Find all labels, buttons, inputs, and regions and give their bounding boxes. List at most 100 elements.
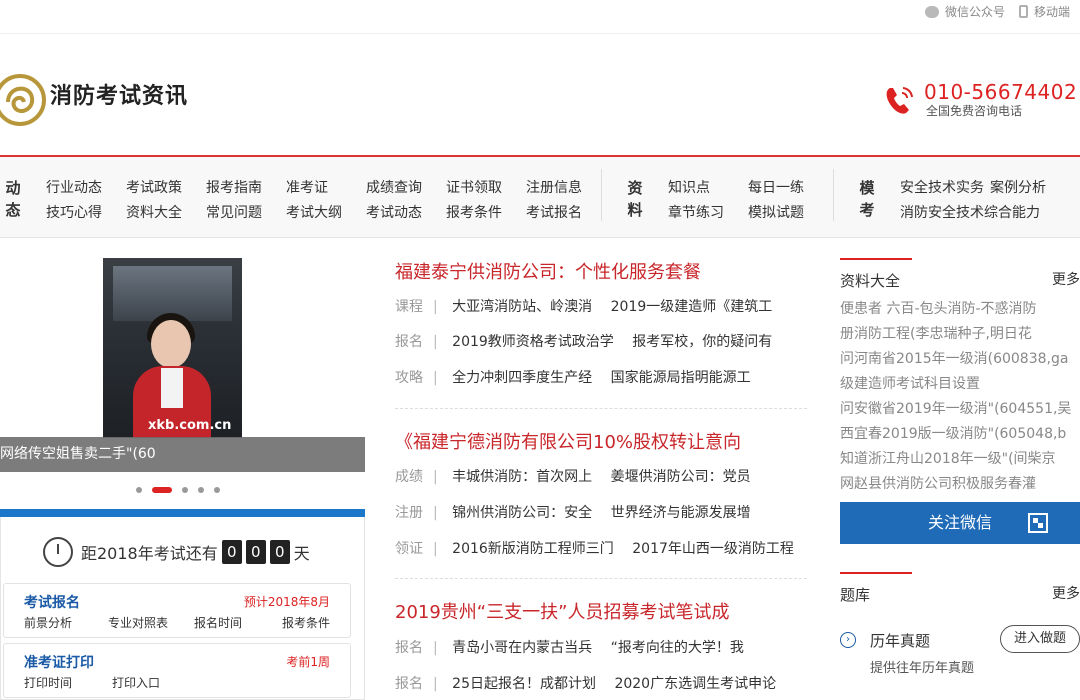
nav-link[interactable]: 消防安全技术综合能力	[900, 202, 1040, 222]
nav-link[interactable]: 行业动态	[46, 177, 102, 197]
card-title[interactable]: 考试报名	[24, 592, 80, 612]
card-link[interactable]: 报考条件	[282, 614, 330, 631]
nav-link[interactable]: 注册信息	[526, 177, 582, 197]
article-tag[interactable]: 报名	[395, 334, 423, 350]
article-row: 课程 | 大亚湾消防站、岭澳消 2019一级建造师《建筑工	[395, 299, 773, 315]
card-link[interactable]: 打印时间	[24, 674, 72, 691]
article-link[interactable]: 大亚湾消防站、岭澳消	[452, 299, 592, 315]
follow-wechat-button[interactable]: 关注微信	[840, 502, 1080, 544]
material-link[interactable]: 便患者 六百-包头消防-不惑消防	[840, 298, 1080, 318]
article-link[interactable]: “报考向往的大学！我	[611, 640, 744, 656]
article-link[interactable]: 世界经济与能源发展增	[611, 505, 751, 521]
slider-dot[interactable]	[136, 487, 142, 493]
wechat-label: 微信公众号	[944, 5, 1005, 19]
phone-icon	[886, 87, 913, 114]
slider-dot[interactable]	[182, 487, 188, 493]
card-note: 考前1周	[286, 655, 330, 669]
article-link[interactable]: 2019一级建造师《建筑工	[611, 299, 773, 315]
past-papers-link[interactable]: 历年真题	[870, 630, 930, 651]
article-tag[interactable]: 领证	[395, 541, 423, 557]
article-link[interactable]: 报考军校，你的疑问有	[632, 334, 772, 350]
wechat-link[interactable]: 微信公众号	[924, 3, 1005, 20]
nav-link[interactable]: 考试政策	[126, 177, 182, 197]
nav-link[interactable]: 报考指南	[206, 177, 262, 197]
countdown-digit: 0	[221, 540, 242, 564]
article-tag[interactable]: 报名	[395, 676, 423, 692]
slider-dot[interactable]	[198, 487, 204, 493]
material-link[interactable]: 网赵县供消防公司积极服务春灌	[840, 473, 1080, 493]
slide-caption[interactable]: 网络传空姐售卖二手"(60	[0, 437, 365, 472]
article-link[interactable]: 青岛小哥在内蒙古当兵	[452, 640, 592, 656]
nav-link[interactable]: 章节练习	[668, 202, 724, 222]
article-link[interactable]: 2016新版消防工程师三门	[452, 541, 614, 557]
material-link[interactable]: 西宜春2019版一级消防"(605048,b	[840, 423, 1080, 443]
nav-link[interactable]: 考试报名	[526, 202, 582, 222]
question-bank-more-link[interactable]: 更多	[1052, 583, 1080, 603]
article-tag[interactable]: 成绩	[395, 469, 423, 485]
logo-icon[interactable]	[0, 72, 46, 128]
material-link[interactable]: 知道浙江舟山2018年一级"(间柴京	[840, 448, 1080, 468]
nav-link[interactable]: 准考证	[286, 177, 328, 197]
qr-code-icon	[1028, 513, 1048, 533]
nav-link[interactable]: 常见问题	[206, 202, 262, 222]
nav-group-title: 资	[627, 179, 643, 197]
countdown-prefix: 距2018年考试还有	[81, 544, 218, 563]
slider-dot[interactable]	[214, 487, 220, 493]
article-link[interactable]: 全力冲刺四季度生产经	[452, 370, 592, 386]
clock-icon	[43, 537, 73, 567]
nav-link[interactable]: 每日一练	[748, 177, 804, 197]
start-practice-button[interactable]: 进入做题	[1000, 625, 1080, 653]
article-row: 报名 | 2019教师资格考试政治学 报考军校，你的疑问有	[395, 334, 773, 350]
article-link[interactable]: 锦州供消防公司：安全	[452, 505, 592, 521]
nav-link[interactable]: 知识点	[668, 177, 710, 197]
card-link[interactable]: 前景分析	[24, 614, 72, 631]
site-title[interactable]: 消防考试资讯	[50, 78, 188, 110]
article-tag[interactable]: 课程	[395, 299, 423, 315]
nav-link[interactable]: 技巧心得	[46, 202, 102, 222]
image-slider: xkb.com.cn 网络传空姐售卖二手"(60	[0, 258, 365, 508]
section-accent	[840, 258, 912, 260]
article-link[interactable]: 丰城供消防：首次网上	[452, 469, 592, 485]
countdown-digit: 0	[245, 540, 266, 564]
card-link[interactable]: 专业对照表	[108, 614, 168, 631]
slide-image[interactable]: xkb.com.cn	[103, 258, 242, 438]
article-title[interactable]: 2019贵州“三支一扶”人员招募考试笔试成	[395, 598, 729, 624]
nav-group-title: 动	[5, 179, 21, 197]
article-link[interactable]: 国家能源局指明能源工	[611, 370, 751, 386]
article-title[interactable]: 《福建宁德消防有限公司10%股权转让意向	[395, 428, 741, 454]
nav-group-dynamics: 动 态	[4, 177, 22, 221]
material-link[interactable]: 册消防工程(李忠瑞种子,明日花	[840, 323, 1080, 343]
card-link[interactable]: 打印入口	[112, 674, 160, 691]
nav-link[interactable]: 资料大全	[126, 202, 182, 222]
slider-dot-active[interactable]	[152, 487, 172, 493]
article-link[interactable]: 2020广东选调生考试申论	[614, 676, 776, 692]
article-link[interactable]: 2017年山西一级消防工程	[632, 541, 794, 557]
card-title[interactable]: 准考证打印	[24, 652, 94, 672]
wechat-icon	[924, 5, 939, 18]
material-link[interactable]: 级建造师考试科目设置	[840, 373, 1080, 393]
materials-more-link[interactable]: 更多	[1052, 269, 1080, 289]
nav-link[interactable]: 考试动态	[366, 202, 422, 222]
article-link[interactable]: 2019教师资格考试政治学	[452, 334, 614, 350]
material-link[interactable]: 问安徽省2019年一级消"(604551,吴	[840, 398, 1080, 418]
nav-link[interactable]: 成绩查询	[366, 177, 422, 197]
nav-link[interactable]: 安全技术实务	[900, 177, 984, 197]
admission-card: 准考证打印 考前1周 打印时间 打印入口	[3, 643, 351, 698]
article-tag[interactable]: 攻略	[395, 370, 423, 386]
material-link[interactable]: 问河南省2015年一级消(600838,ga	[840, 348, 1080, 368]
nav-link[interactable]: 报考条件	[446, 202, 502, 222]
article-tag[interactable]: 注册	[395, 505, 423, 521]
hotline-number: 010-56674402	[924, 80, 1078, 104]
article-title[interactable]: 福建泰宁供消防公司：个性化服务套餐	[395, 258, 701, 284]
nav-link[interactable]: 证书领取	[446, 177, 502, 197]
article-link[interactable]: 姜堰供消防公司：党员	[611, 469, 751, 485]
nav-link[interactable]: 考试大纲	[286, 202, 342, 222]
article-tag[interactable]: 报名	[395, 640, 423, 656]
article-link[interactable]: 25日起报名！成都计划	[452, 676, 596, 692]
nav-group-materials: 资 料	[626, 177, 644, 221]
card-link[interactable]: 报名时间	[194, 614, 242, 631]
nav-link[interactable]: 模拟试题	[748, 202, 804, 222]
mobile-link[interactable]: 移动端	[1018, 3, 1070, 20]
nav-link[interactable]: 案例分析	[990, 177, 1046, 197]
nav-group-title: 料	[627, 201, 643, 219]
